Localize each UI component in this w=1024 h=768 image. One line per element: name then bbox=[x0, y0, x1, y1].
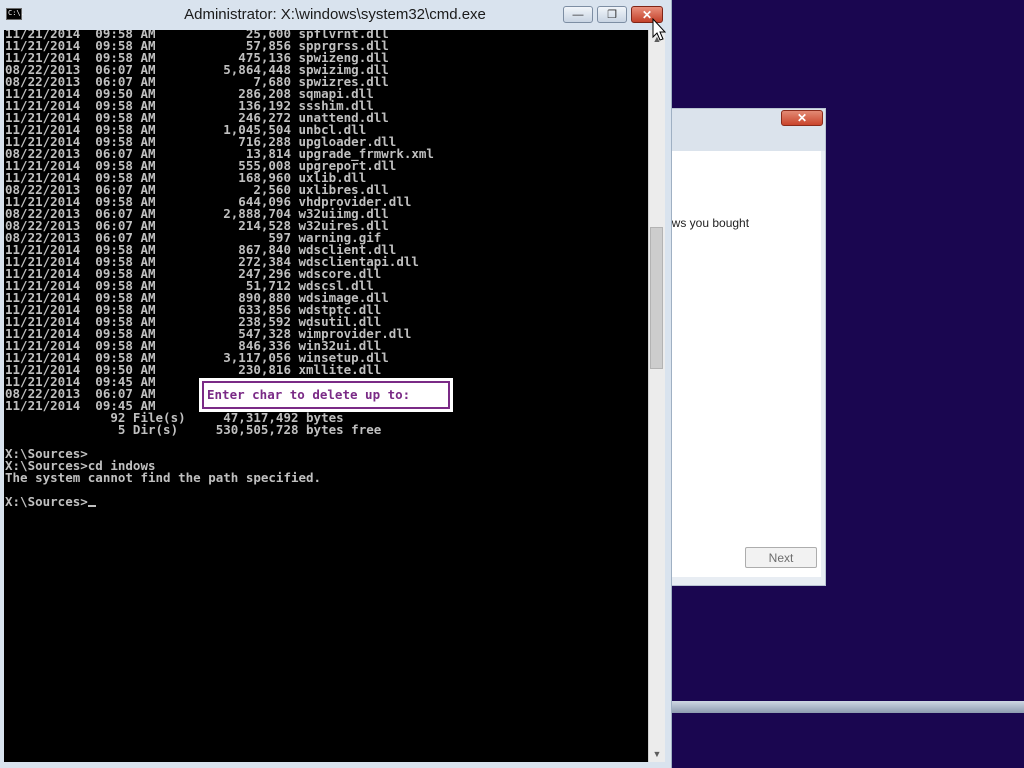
cmd-window: C:\. Administrator: X:\windows\system32\… bbox=[0, 0, 672, 768]
window-title: Administrator: X:\windows\system32\cmd.e… bbox=[184, 6, 486, 23]
setup-dialog-text: ows you bought bbox=[671, 216, 750, 230]
restore-button[interactable]: ❐ bbox=[597, 6, 627, 23]
console-line: X:\Sources> bbox=[5, 495, 434, 508]
setup-close-button[interactable]: ✕ bbox=[781, 110, 823, 126]
console-lines: 11/21/2014 09:58 AM 25,600 spflvrnt.dll 1… bbox=[5, 30, 434, 508]
vertical-scrollbar[interactable]: ▲ ▼ bbox=[648, 30, 665, 762]
cmd-icon[interactable]: C:\. bbox=[6, 8, 25, 20]
cmd-titlebar[interactable]: C:\. Administrator: X:\windows\system32\… bbox=[0, 0, 672, 30]
delete-prompt-dialog[interactable]: Enter char to delete up to: bbox=[199, 378, 453, 412]
text-caret bbox=[87, 505, 96, 507]
console-line: 5 Dir(s) 530,505,728 bytes free bbox=[5, 422, 382, 437]
minimize-button[interactable]: — bbox=[563, 6, 593, 23]
next-button[interactable]: Next bbox=[745, 547, 817, 568]
setup-dialog-titlebar: ✕ bbox=[661, 109, 825, 151]
console-line: The system cannot find the path specifie… bbox=[5, 470, 322, 485]
delete-prompt-label: Enter char to delete up to: bbox=[202, 381, 450, 409]
scroll-down-arrow-icon[interactable]: ▼ bbox=[649, 745, 665, 762]
scroll-thumb[interactable] bbox=[650, 227, 663, 369]
setup-dialog: ✕ ows you bought Next bbox=[660, 108, 826, 586]
setup-progress-strip bbox=[660, 701, 1024, 713]
mouse-pointer-icon bbox=[652, 18, 666, 41]
setup-dialog-content: ows you bought Next bbox=[671, 151, 821, 577]
